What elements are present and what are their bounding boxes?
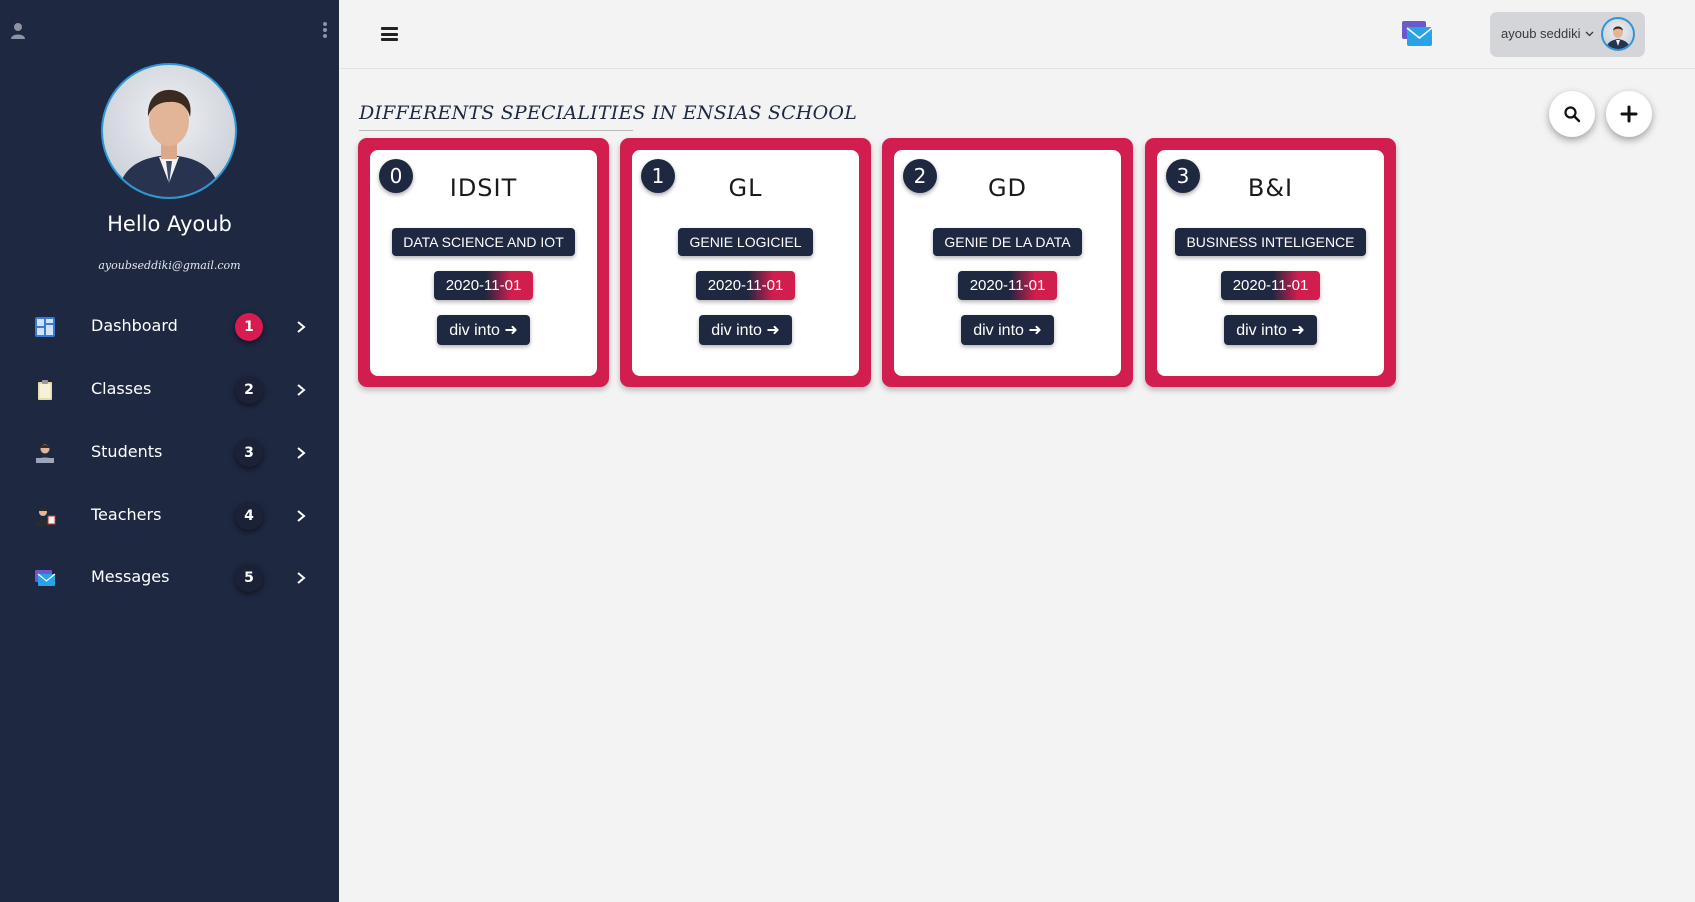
sidebar-item-dashboard[interactable]: Dashboard 1 [0,302,339,352]
more-options-icon[interactable] [322,22,328,40]
sidebar-item-teachers[interactable]: Teachers 4 [0,491,339,541]
user-email: ayoubseddiki@gmail.com [98,259,241,272]
speciality-name: DATA SCIENCE AND IOT [392,228,575,256]
date-badge: 2020-11-01 [957,271,1058,300]
count-badge: 5 [235,564,263,592]
chevron-right-icon [297,572,306,584]
search-button[interactable] [1549,91,1595,137]
plus-icon [1620,105,1638,123]
date-badge: 2020-11-01 [1220,271,1321,300]
sidebar: Hello Ayoub ayoubseddiki@gmail.com Dashb… [0,0,339,902]
sidebar-item-label: Messages [91,567,170,586]
card-abbreviation: GD [987,174,1028,202]
card-body: 3 B&I BUSINESS INTELIGENCE 2020-11-01 di… [1157,150,1384,376]
count-badge: 1 [235,313,263,341]
greeting-text: Hello Ayoub [107,212,232,236]
speciality-card: 3 B&I BUSINESS INTELIGENCE 2020-11-01 di… [1145,138,1396,387]
count-badge: 3 [235,439,263,467]
speciality-card: 0 IDSIT DATA SCIENCE AND IOT 2020-11-01 … [358,138,609,387]
arrow-right-icon: ➜ [766,322,780,339]
sidebar-item-messages[interactable]: Messages 5 [0,553,339,603]
card-abbreviation: GL [728,174,763,202]
sidebar-item-label: Teachers [91,505,162,524]
student-icon [36,444,54,463]
sidebar-item-label: Students [91,442,163,461]
div-into-button[interactable]: div into ➜ [961,315,1054,345]
chevron-right-icon [297,447,306,459]
date-badge: 2020-11-01 [433,271,534,300]
div-into-button[interactable]: div into ➜ [699,315,792,345]
arrow-right-icon: ➜ [1028,322,1042,339]
card-body: 2 GD GENIE DE LA DATA 2020-11-01 div int… [894,150,1121,376]
count-badge: 4 [235,502,263,530]
div-into-button[interactable]: div into ➜ [1224,315,1317,345]
page-title: DIFFERENTS SPECIALITIES IN ENSIAS SCHOOL [359,102,858,124]
sidebar-item-classes[interactable]: Classes 2 [0,365,339,415]
chevron-right-icon [297,321,306,333]
mail-icon [35,570,56,586]
hamburger-icon[interactable] [381,27,398,41]
add-button[interactable] [1606,91,1652,137]
count-badge: 2 [235,376,263,404]
profile-avatar [101,63,237,199]
arrow-right-icon: ➜ [504,322,518,339]
user-menu[interactable]: ayoub seddiki [1490,12,1645,57]
user-icon[interactable] [11,22,25,40]
speciality-name: GENIE DE LA DATA [933,228,1082,256]
chevron-right-icon [297,510,306,522]
avatar [1601,17,1635,51]
teacher-icon [36,508,56,526]
speciality-card: 1 GL GENIE LOGICIEL 2020-11-01 div into … [620,138,871,387]
card-abbreviation: B&I [1247,174,1294,202]
dashboard-icon [35,317,55,337]
date-badge: 2020-11-01 [695,271,796,300]
speciality-card: 2 GD GENIE DE LA DATA 2020-11-01 div int… [882,138,1133,387]
title-underline [359,130,633,131]
speciality-name: GENIE LOGICIEL [678,228,813,256]
arrow-right-icon: ➜ [1291,322,1305,339]
sidebar-item-label: Dashboard [91,316,178,335]
button-label: div into [973,322,1024,339]
button-label: div into [449,322,500,339]
button-label: div into [711,322,762,339]
button-label: div into [1236,322,1287,339]
card-body: 0 IDSIT DATA SCIENCE AND IOT 2020-11-01 … [370,150,597,376]
search-icon [1564,106,1581,123]
top-bar: ayoub seddiki [339,0,1695,69]
sidebar-item-label: Classes [91,379,152,398]
card-body: 1 GL GENIE LOGICIEL 2020-11-01 div into … [632,150,859,376]
speciality-name: BUSINESS INTELIGENCE [1175,228,1366,256]
chevron-right-icon [297,384,306,396]
div-into-button[interactable]: div into ➜ [437,315,530,345]
mail-icon[interactable] [1401,19,1433,49]
sidebar-item-students[interactable]: Students 3 [0,428,339,478]
card-abbreviation: IDSIT [449,174,518,202]
clipboard-icon [38,380,52,400]
chevron-down-icon [1585,31,1594,37]
user-name: ayoub seddiki [1501,26,1581,41]
